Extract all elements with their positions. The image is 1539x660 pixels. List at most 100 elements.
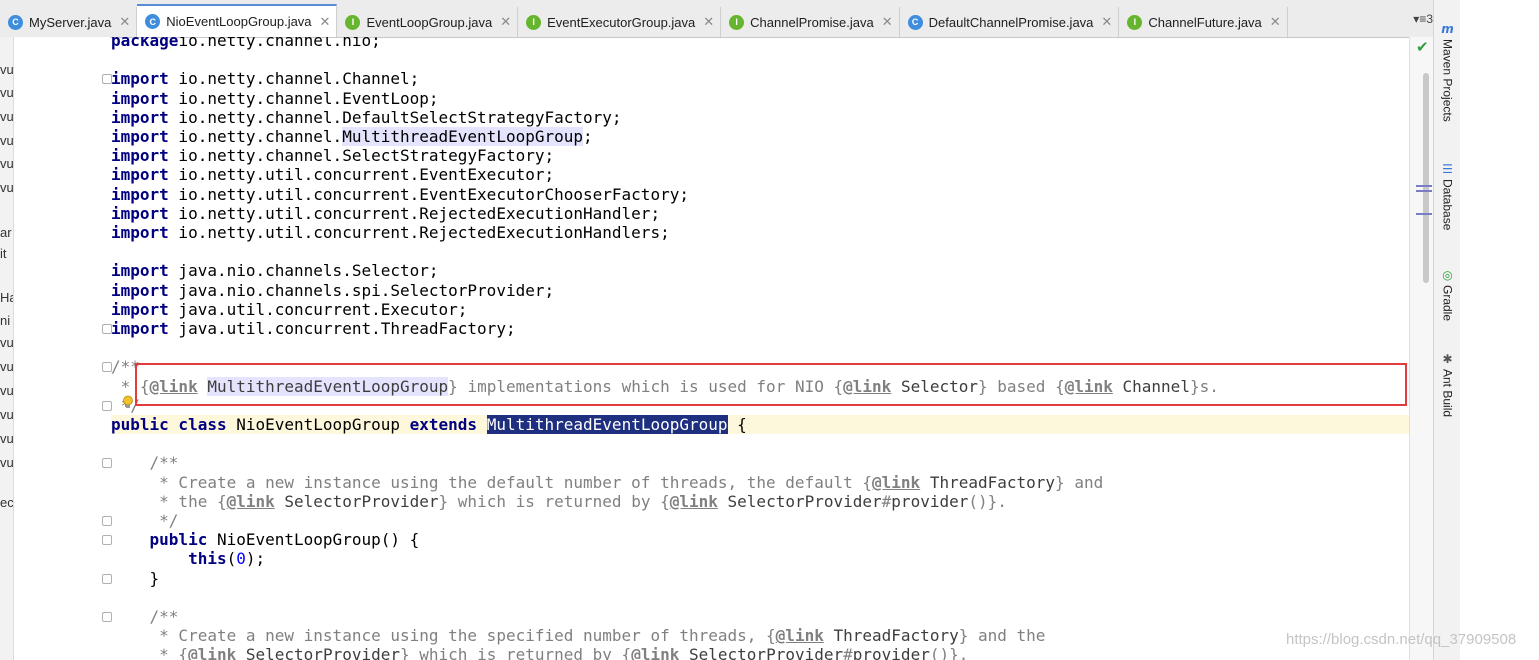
code-token: public	[149, 530, 208, 550]
code-token: /**	[111, 453, 179, 473]
code-token: );	[245, 549, 266, 569]
code-line[interactable]: }	[111, 569, 160, 588]
left-panel-text: vu	[0, 133, 14, 148]
code-token: } and the	[958, 626, 1046, 646]
code-token: * {	[111, 645, 189, 660]
code-token: import	[111, 184, 169, 204]
close-icon[interactable]: ✕	[320, 14, 331, 30]
left-panel-text: ar	[0, 225, 12, 240]
left-panel-text: vu	[0, 156, 14, 171]
close-icon[interactable]: ✕	[703, 14, 714, 30]
code-token: SelectorProvider	[727, 491, 882, 511]
code-line[interactable]: import io.netty.channel.EventLoop;	[111, 89, 439, 108]
code-line[interactable]: import java.nio.channels.Selector;	[111, 261, 439, 280]
interface-icon: I	[729, 14, 745, 30]
code-editor[interactable]: packageio.netty.channel.nio; import io.ne…	[111, 37, 1409, 660]
left-panel-text: ni	[0, 313, 11, 328]
code-token: import	[111, 127, 169, 146]
code-token: io.netty.channel.EventLoop;	[168, 88, 439, 108]
code-token: import	[111, 261, 169, 281]
error-stripe-mark[interactable]	[1416, 190, 1432, 192]
ant-build-label: Ant Build	[1440, 369, 1455, 418]
left-panel-strip: vu vu vu vu vu vu ar it Ha ni vu vu vu vu vu vu ec	[0, 37, 14, 660]
code-line[interactable]: import io.netty.channel.MultithreadEvent…	[111, 127, 593, 146]
close-icon[interactable]: ✕	[500, 14, 511, 30]
code-line[interactable]: /**	[111, 453, 179, 473]
left-panel-text: ec	[0, 495, 14, 510]
vertical-scrollbar[interactable]	[1409, 37, 1434, 660]
left-panel-text: vu	[0, 431, 14, 446]
editor-tab[interactable]: C NioEventLoopGroup.java ✕	[137, 4, 338, 37]
code-line[interactable]: * Create a new instance using the specif…	[111, 626, 1045, 645]
close-icon[interactable]: ✕	[1101, 14, 1112, 30]
editor-tab[interactable]: C DefaultChannelPromise.java ✕	[900, 7, 1120, 37]
editor-tab[interactable]: I ChannelPromise.java ✕	[721, 7, 900, 37]
code-line[interactable]: * {@link SelectorProvider} which is retu…	[111, 645, 968, 660]
ant-icon: ✱	[1442, 352, 1453, 366]
left-panel-text: vu	[0, 455, 14, 470]
lightbulb-icon[interactable]	[121, 395, 135, 409]
tab-label: ChannelPromise.java	[750, 14, 874, 30]
annotation-highlight-box	[135, 363, 1407, 406]
database-label: Database	[1440, 179, 1455, 231]
code-token: import	[111, 165, 169, 185]
error-stripe-mark[interactable]	[1416, 185, 1432, 187]
code-token: } which is returned by {	[400, 645, 632, 660]
code-token: @link	[226, 491, 275, 511]
code-line[interactable]: packageio.netty.channel.nio;	[111, 37, 381, 50]
close-icon[interactable]: ✕	[119, 14, 130, 30]
error-stripe-mark[interactable]	[1416, 213, 1432, 215]
code-token: #	[881, 491, 892, 511]
code-line[interactable]: this(0);	[111, 549, 265, 568]
code-line[interactable]: * Create a new instance using the defaul…	[111, 473, 1103, 492]
code-line[interactable]: public class NioEventLoopGroup extends M…	[111, 415, 1409, 434]
code-line[interactable]: import java.nio.channels.spi.SelectorPro…	[111, 281, 554, 300]
tab-label: NioEventLoopGroup.java	[166, 14, 312, 29]
editor-tab[interactable]: I ChannelFuture.java ✕	[1119, 7, 1288, 37]
code-token: io.netty.channel.Channel;	[168, 69, 420, 89]
code-token: ThreadFactory	[833, 626, 959, 646]
left-panel-text: vu	[0, 359, 14, 374]
code-line[interactable]: import io.netty.channel.DefaultSelectStr…	[111, 108, 622, 127]
code-line[interactable]: import io.netty.util.concurrent.EventExe…	[111, 185, 689, 204]
interface-icon: I	[345, 14, 361, 30]
database-tool[interactable]: ☰ Database	[1434, 162, 1461, 230]
code-line[interactable]: import io.netty.util.concurrent.Rejected…	[111, 223, 670, 242]
code-token: this	[188, 549, 227, 569]
desktop-background	[1460, 0, 1539, 660]
editor-tab[interactable]: C MyServer.java ✕	[0, 7, 138, 37]
scrollbar-thumb[interactable]	[1423, 73, 1429, 283]
left-panel-text: it	[0, 246, 7, 261]
code-line[interactable]: import io.netty.channel.SelectStrategyFa…	[111, 146, 554, 165]
code-token: extends	[409, 415, 478, 434]
maven-projects-tool[interactable]: m Maven Projects	[1434, 22, 1461, 122]
tab-overflow-button[interactable]: ▾≡3	[1413, 12, 1433, 26]
code-line[interactable]: import io.netty.channel.Channel;	[111, 69, 419, 88]
close-icon[interactable]: ✕	[882, 14, 893, 30]
code-line[interactable]: public NioEventLoopGroup() {	[111, 530, 420, 550]
close-icon[interactable]: ✕	[1270, 14, 1281, 30]
ant-build-tool[interactable]: ✱ Ant Build	[1434, 352, 1461, 417]
tab-label: ChannelFuture.java	[1148, 14, 1262, 30]
code-token: (	[226, 549, 237, 569]
class-icon: C	[8, 14, 23, 30]
code-line[interactable]: import io.netty.util.concurrent.Rejected…	[111, 204, 660, 223]
left-panel-text: vu	[0, 109, 14, 124]
code-line[interactable]: */	[111, 511, 178, 530]
code-token: import	[111, 223, 169, 242]
code-token: */	[111, 511, 179, 530]
tab-label: DefaultChannelPromise.java	[928, 14, 1094, 30]
editor-tab[interactable]: I EventExecutorGroup.java ✕	[518, 7, 722, 37]
editor-tab[interactable]: I EventLoopGroup.java ✕	[337, 7, 519, 37]
gradle-tool[interactable]: ◎ Gradle	[1434, 268, 1461, 321]
code-line[interactable]: import java.util.concurrent.ThreadFactor…	[111, 319, 516, 338]
code-token: MultithreadEventLoopGroup	[486, 415, 728, 434]
code-line[interactable]: * the {@link SelectorProvider} which is …	[111, 492, 1007, 511]
code-line[interactable]: import java.util.concurrent.Executor;	[111, 300, 467, 319]
code-token: java.nio.channels.spi.SelectorProvider;	[168, 280, 555, 300]
gradle-label: Gradle	[1440, 285, 1455, 322]
code-line[interactable]: /**	[111, 607, 179, 626]
code-line[interactable]: import io.netty.util.concurrent.EventExe…	[111, 165, 554, 184]
